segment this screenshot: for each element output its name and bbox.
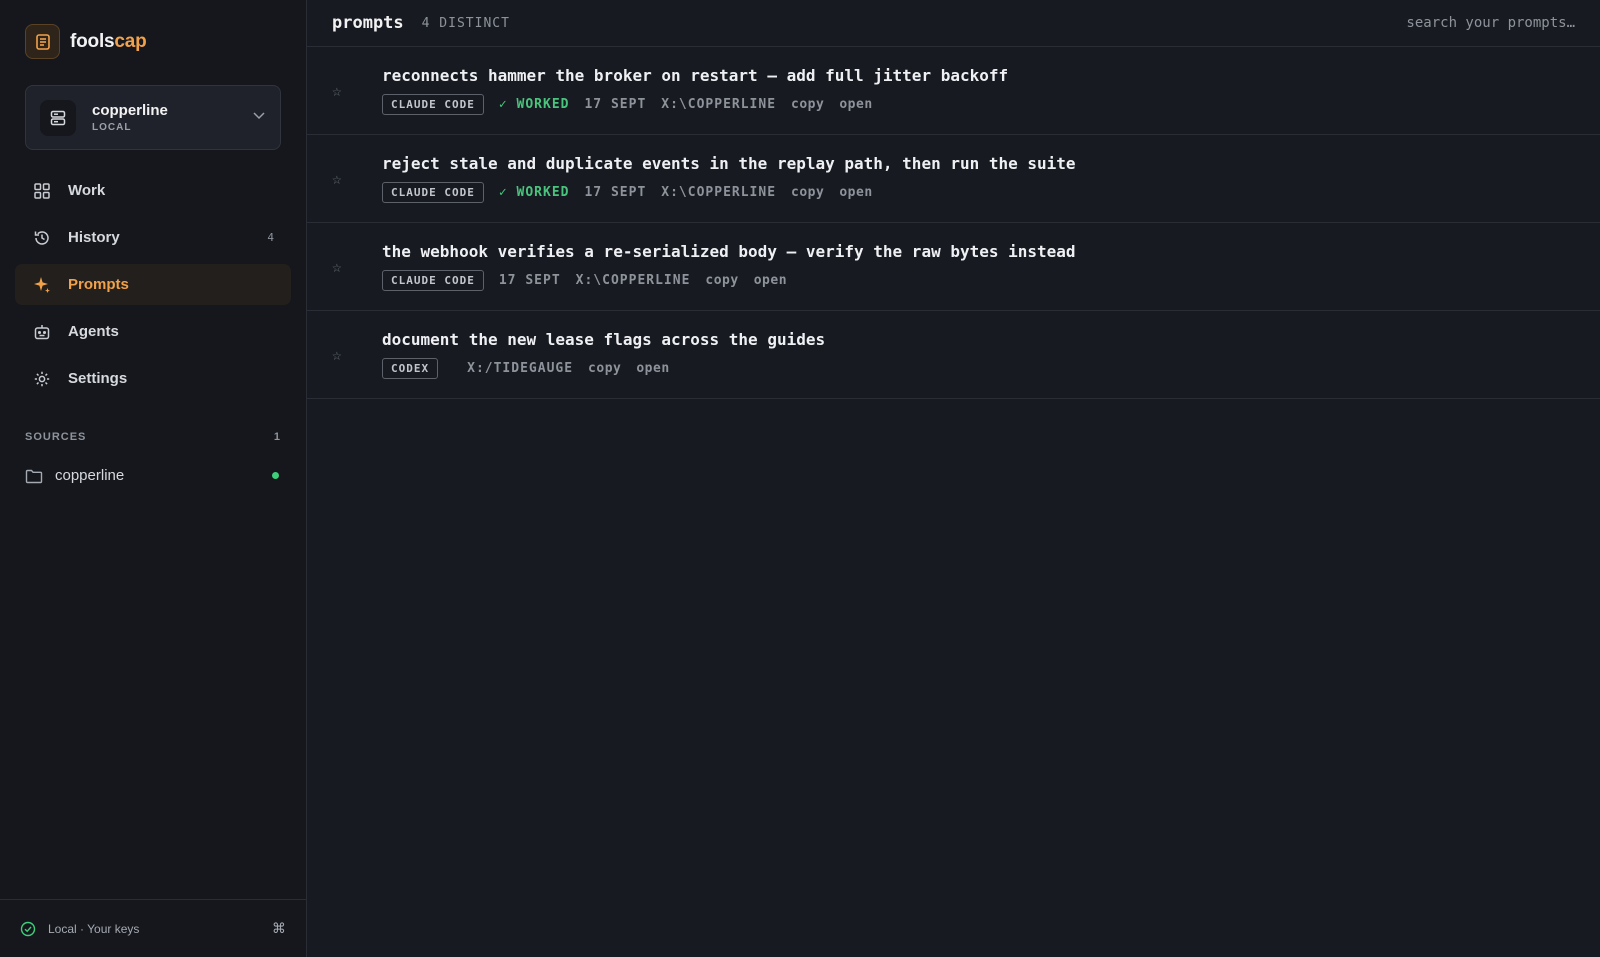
prompt-row[interactable]: ☆ reconnects hammer the broker on restar… [307,47,1600,135]
history-icon [32,228,52,248]
open-button[interactable]: open [839,97,872,112]
source-item-copperline[interactable]: copperline [25,467,281,484]
grid-icon [32,181,52,201]
prompt-title: the webhook verifies a re-serialized bod… [382,242,1076,261]
page-title: prompts [332,13,404,33]
open-button[interactable]: open [636,361,669,376]
brand[interactable]: foolscap [25,24,147,59]
nav-item-prompts[interactable]: Prompts [15,264,291,305]
check-circle-icon [20,921,36,937]
folder-icon [25,468,43,484]
nav-item-work[interactable]: Work [15,170,291,211]
gear-icon [32,369,52,389]
nav-label: History [68,229,120,246]
prompt-title: reconnects hammer the broker on restart … [382,66,1009,85]
workspace-name: copperline [92,102,168,119]
sources-title: SOURCES [25,431,87,443]
footer-label: Local · Your keys [48,921,140,936]
nav-item-agents[interactable]: Agents [15,311,291,352]
workspace-switcher[interactable]: copperline LOCAL [25,85,281,150]
workspace-label: LOCAL [92,122,132,133]
command-icon[interactable]: ⌘ [272,920,286,937]
status-dot [272,472,279,479]
sidebar: foolscap copperline LOCAL Work History 4… [0,0,307,957]
nav-label: Work [68,182,106,199]
status-badge: ✓ WORKED [498,97,570,112]
copy-button[interactable]: copy [588,361,621,376]
robot-icon [32,322,52,342]
star-icon[interactable]: ☆ [332,169,382,188]
open-button[interactable]: open [754,273,787,288]
topbar: prompts 4 DISTINCT [307,0,1600,47]
chevron-down-icon [252,108,266,127]
prompt-path: X:/TIDEGAUGE [467,361,574,376]
prompt-path: X:\COPPERLINE [575,273,691,288]
copy-button[interactable]: copy [705,273,738,288]
nav-item-history[interactable]: History 4 [15,217,291,258]
prompt-date: 17 SEPT [584,185,647,200]
sparkle-icon [32,275,52,295]
prompt-row[interactable]: ☆ document the new lease flags across th… [307,311,1600,399]
main-panel: prompts 4 DISTINCT ☆ reconnects hammer t… [307,0,1600,957]
nav-label: Prompts [68,276,129,293]
agent-tag: CLAUDE CODE [382,270,484,291]
history-count-badge: 4 [267,231,274,244]
star-icon[interactable]: ☆ [332,345,382,364]
server-icon [40,99,76,136]
prompt-path: X:\COPPERLINE [661,97,777,112]
nav-item-settings[interactable]: Settings [15,358,291,399]
star-icon[interactable]: ☆ [332,257,382,276]
logo-icon [25,24,60,59]
sidebar-footer: Local · Your keys ⌘ [0,899,306,957]
agent-tag: CLAUDE CODE [382,182,484,203]
open-button[interactable]: open [839,185,872,200]
main-nav: Work History 4 Prompts Agents Settings [15,170,291,405]
star-icon[interactable]: ☆ [332,81,382,100]
prompt-row[interactable]: ☆ the webhook verifies a re-serialized b… [307,223,1600,311]
prompt-title: document the new lease flags across the … [382,330,826,349]
prompt-date: 17 SEPT [498,273,561,288]
prompt-path: X:\COPPERLINE [661,185,777,200]
prompt-title: reject stale and duplicate events in the… [382,154,1076,173]
copy-button[interactable]: copy [791,185,824,200]
nav-label: Agents [68,323,119,340]
sources-count: 1 [273,431,281,443]
agent-tag: CLAUDE CODE [382,94,484,115]
agent-tag: CODEX [382,358,439,379]
sources-heading: SOURCES 1 [25,431,281,443]
search-input[interactable] [1375,15,1575,31]
source-label: copperline [55,467,125,484]
prompt-date: 17 SEPT [584,97,647,112]
status-badge: ✓ WORKED [498,185,570,200]
brand-name: foolscap [70,30,147,52]
copy-button[interactable]: copy [791,97,824,112]
prompt-row[interactable]: ☆ reject stale and duplicate events in t… [307,135,1600,223]
nav-label: Settings [68,370,128,387]
page-subtitle: 4 DISTINCT [421,15,510,31]
